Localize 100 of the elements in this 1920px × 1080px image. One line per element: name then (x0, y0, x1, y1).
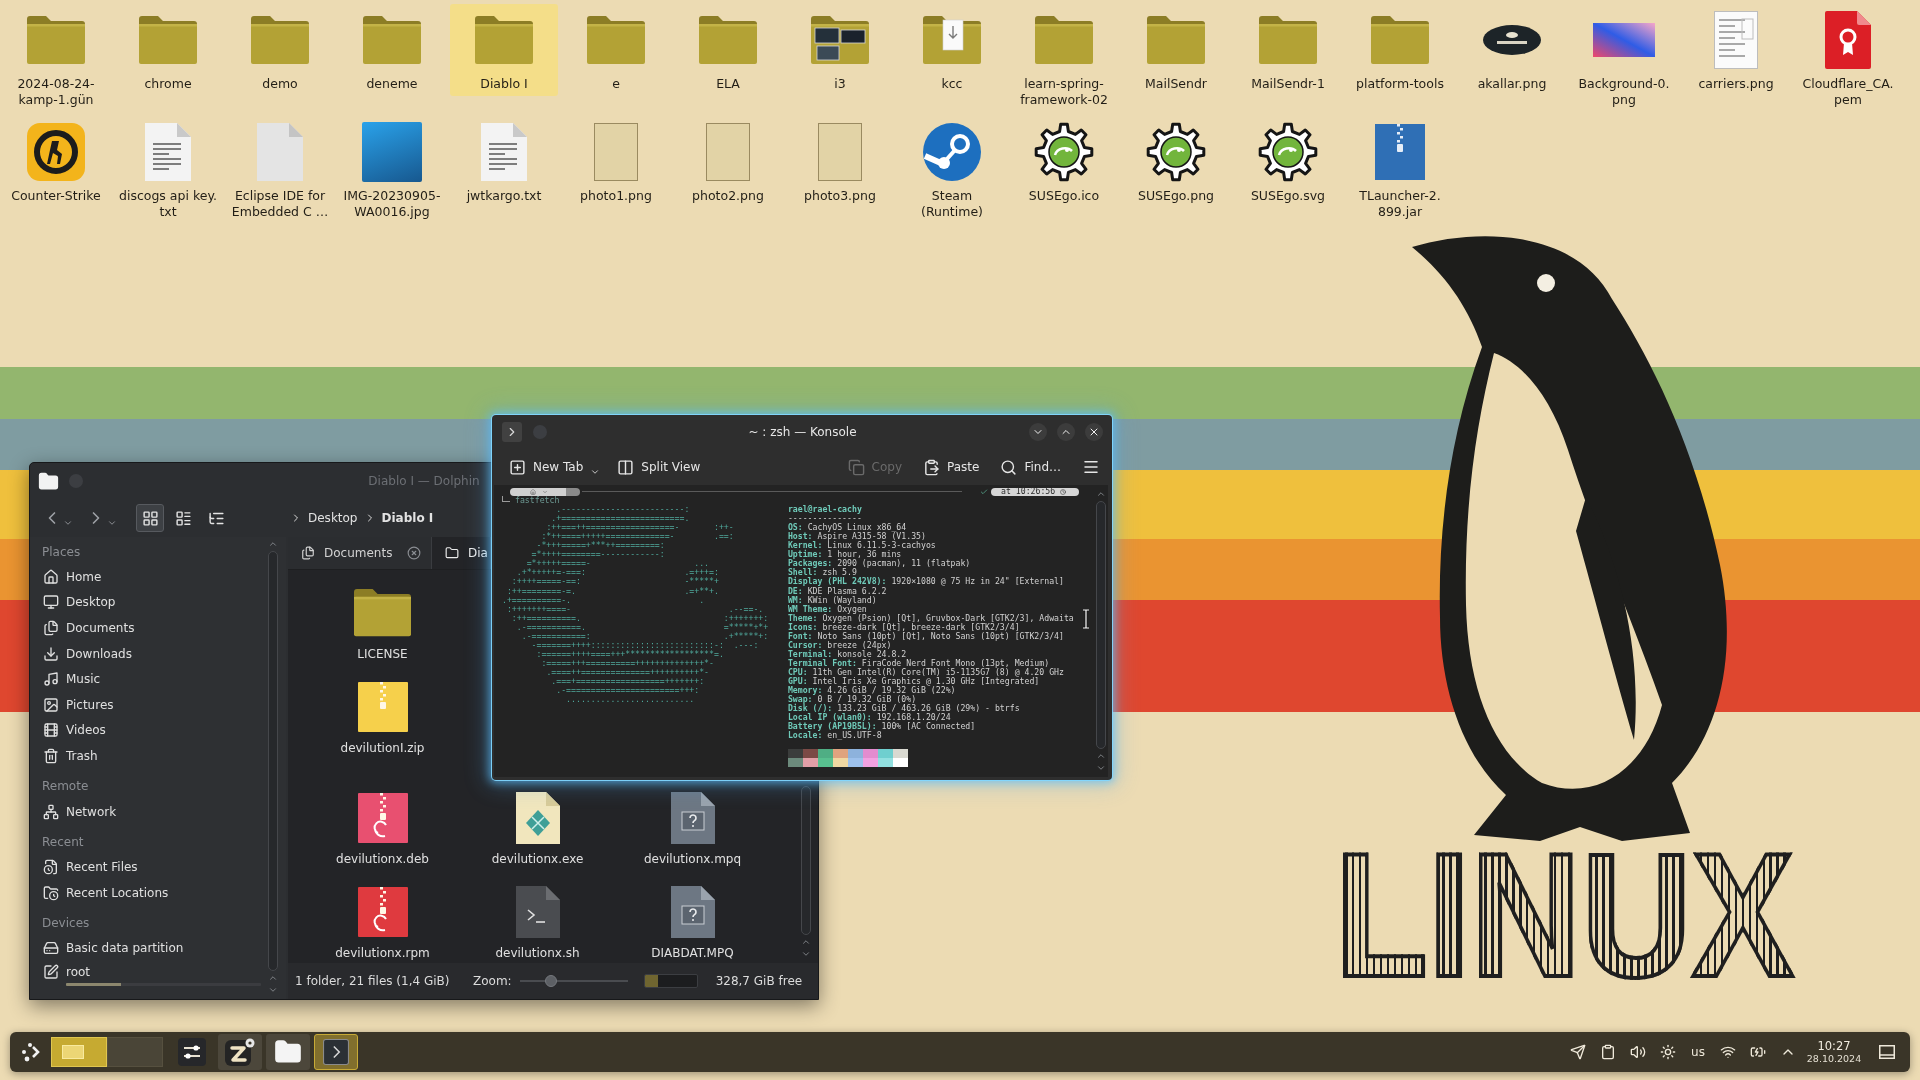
scrollbar-track[interactable] (1096, 501, 1106, 749)
sidebar-item[interactable]: Videos (30, 717, 264, 744)
desktop-icon[interactable]: SUSEgo.ico (1010, 116, 1118, 208)
scroll-down-icon[interactable] (268, 985, 278, 995)
scroll-up-icon[interactable] (268, 973, 278, 983)
desktop-icon[interactable]: platform-tools (1346, 4, 1454, 96)
close-icon[interactable] (407, 546, 421, 560)
scrollbar-track[interactable] (801, 786, 811, 935)
clipboard-icon[interactable] (1600, 1044, 1616, 1060)
minimize-button[interactable] (1029, 423, 1047, 441)
sidebar-item[interactable]: Network (30, 798, 264, 825)
clock-time[interactable]: 10:27 (1817, 1040, 1851, 1053)
desktop-icon[interactable]: kcc (898, 4, 1006, 96)
sidebar-item[interactable]: root (30, 961, 264, 984)
desktop-icon[interactable]: chrome (114, 4, 222, 96)
battery-icon[interactable] (1750, 1044, 1766, 1060)
desktop-icon[interactable]: MailSendr (1122, 4, 1230, 96)
close-button[interactable] (1085, 423, 1103, 441)
sidebar-item[interactable]: Music (30, 666, 264, 692)
documents-icon (43, 620, 59, 636)
sidebar-item[interactable]: Downloads (30, 640, 264, 667)
desktop-icon[interactable]: i3 (786, 4, 894, 96)
keyboard-layout[interactable]: us (1691, 1045, 1705, 1059)
scroll-down-icon[interactable] (1096, 763, 1106, 773)
sidebar-item[interactable]: Home (30, 564, 264, 590)
desktop-icon[interactable]: photo2.png (674, 116, 782, 208)
volume-icon[interactable] (1630, 1044, 1646, 1060)
desktop-icon[interactable]: IMG-20230905-WA0016.jpg (338, 116, 446, 224)
desktop-icon[interactable]: demo (226, 4, 334, 96)
split-view-icon (617, 458, 635, 476)
breadcrumb-item[interactable]: Desktop (308, 511, 358, 525)
toolbar-button[interactable]: Paste (923, 458, 980, 476)
copy-icon (847, 458, 865, 476)
show-desktop-icon (1879, 1045, 1895, 1059)
sidebar-item[interactable]: Desktop (30, 589, 264, 616)
sidebar-item[interactable]: Pictures (30, 691, 264, 718)
clock-date[interactable]: 28.10.2024 (1806, 1053, 1862, 1064)
desktop-icon[interactable]: SUSEgo.svg (1234, 116, 1342, 208)
file-item[interactable]: devilutionx.exe (460, 792, 615, 868)
sidebar-item[interactable]: Recent Locations (30, 879, 264, 906)
tab[interactable]: Dia (432, 537, 491, 569)
status-text: 1 folder, 21 files (1,4 GiB) (295, 974, 451, 988)
maximize-button[interactable] (1057, 423, 1075, 441)
toolbar-button[interactable]: Find… (1000, 458, 1061, 476)
task-button[interactable] (218, 1034, 262, 1070)
desktop-icon[interactable]: photo3.png (786, 116, 894, 208)
scroll-up-icon[interactable] (268, 539, 278, 549)
desktop-icon[interactable]: Steam (Runtime) (898, 116, 1006, 224)
ascii-art-line: :+++++++====- .--==-. (506, 603, 764, 614)
scroll-down-icon[interactable] (801, 949, 811, 959)
brightness-icon[interactable] (1660, 1044, 1676, 1060)
desktop-icon[interactable]: discogs api key.txt (114, 116, 222, 224)
ascii-art-line: =*+++++=====- ... (526, 558, 710, 569)
sidebar-item[interactable]: Trash (30, 743, 264, 769)
file-item[interactable]: LICENSE (305, 587, 460, 663)
desktop-icon[interactable]: e (562, 4, 670, 96)
desktop-icon[interactable]: ELA (674, 4, 782, 96)
scroll-up-icon[interactable] (801, 937, 811, 947)
desktop-icon[interactable]: akallar.png (1458, 4, 1566, 96)
text-file-icon (481, 123, 527, 181)
desktop-icon[interactable]: Cloudflare_CA.pem (1794, 4, 1902, 112)
slider-thumb[interactable] (544, 975, 557, 987)
file-item[interactable]: DIABDAT.MPQ (615, 886, 770, 962)
desktop-icon[interactable]: Counter-Strike (2, 116, 110, 208)
scrollbar-track[interactable] (268, 551, 278, 971)
task-button[interactable] (266, 1034, 310, 1070)
toolbar-button[interactable]: Split View (617, 458, 701, 476)
window-menu-button[interactable] (502, 422, 522, 442)
file-item[interactable]: devilutionx.deb (305, 792, 460, 868)
desktop-icon[interactable]: SUSEgo.png (1122, 116, 1230, 208)
send-icon[interactable] (1570, 1044, 1586, 1060)
desktop-icon[interactable]: TLauncher-2.899.jar (1346, 116, 1454, 224)
desktop-icon[interactable]: 2024-08-24-kamp-1.gün (2, 4, 110, 112)
scroll-up-icon[interactable] (1096, 489, 1106, 499)
picture-icon (43, 696, 59, 713)
sidebar-item[interactable]: Basic data partition (30, 935, 264, 962)
file-item[interactable]: devilutionx.sh (460, 886, 615, 962)
file-item[interactable]: devilutionx.mpq (615, 792, 770, 868)
task-button[interactable] (314, 1034, 358, 1070)
desktop-icon[interactable]: Eclipse IDE for Embedded C … (226, 116, 334, 224)
file-item[interactable]: devilutionI.zip (305, 681, 460, 757)
paste-icon (923, 458, 940, 476)
desktop-icon[interactable]: jwtkargo.txt (450, 116, 558, 208)
view-mode-button[interactable] (136, 504, 164, 532)
menu-button[interactable] (1082, 458, 1100, 476)
file-item[interactable]: devilutionx.rpm (305, 886, 460, 962)
desktop-icon[interactable]: photo1.png (562, 116, 670, 208)
launcher-icon (20, 1041, 42, 1063)
desktop-icon[interactable]: carriers.png (1682, 4, 1790, 96)
desktop-icon[interactable]: Background-0.png (1570, 4, 1678, 112)
sidebar-item[interactable]: Documents (30, 615, 264, 641)
toolbar-button[interactable]: New Tab (509, 457, 601, 477)
desktop-icon[interactable]: learn-spring-framework-02 (1010, 4, 1118, 112)
breadcrumb-item[interactable]: Diablo I (381, 511, 434, 525)
wifi-icon[interactable] (1720, 1044, 1736, 1060)
sidebar-item[interactable]: Recent Files (30, 854, 264, 880)
desktop-icon[interactable]: Diablo I (450, 4, 558, 96)
desktop-icon[interactable]: deneme (338, 4, 446, 96)
desktop-icon[interactable]: MailSendr-1 (1234, 4, 1342, 96)
scroll-up-icon[interactable] (1096, 751, 1106, 761)
